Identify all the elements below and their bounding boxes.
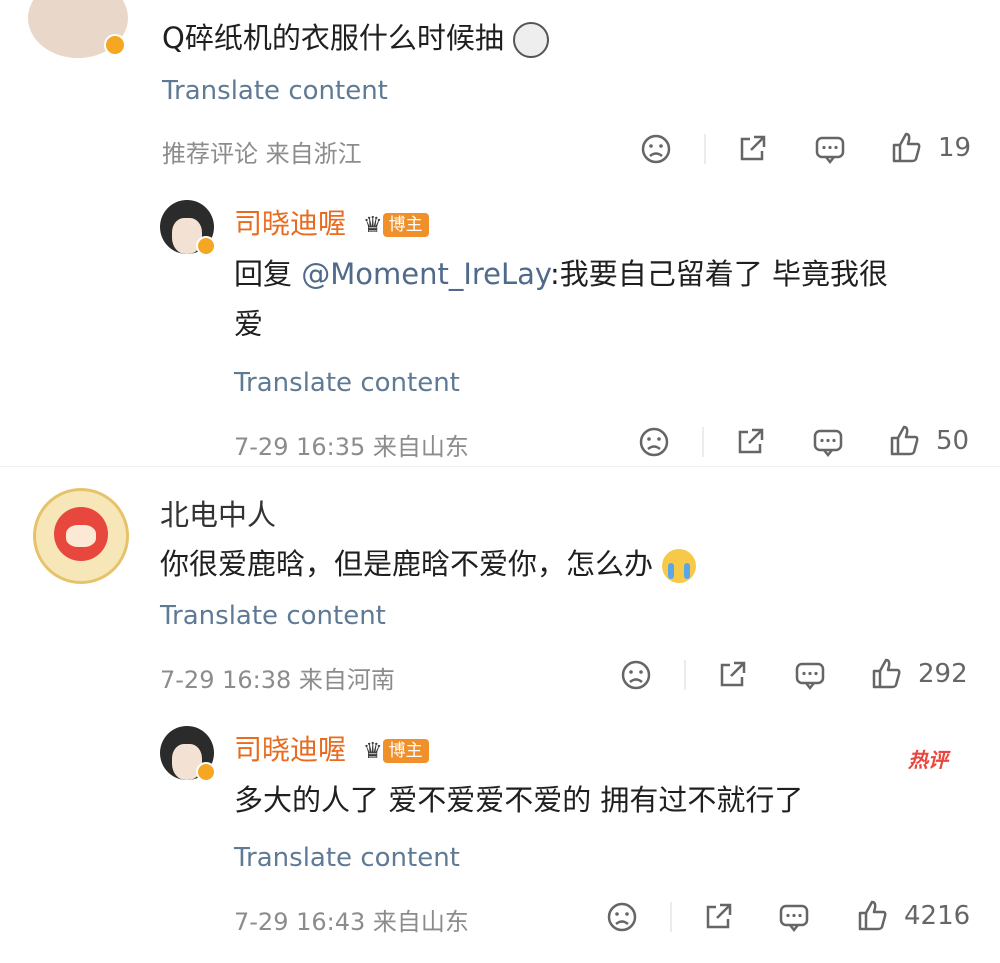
comment1-text: Q碎纸机的衣服什么时候抽 xyxy=(162,18,550,58)
separator xyxy=(670,902,672,932)
share-icon[interactable] xyxy=(716,659,748,691)
crown-icon: ♛ xyxy=(362,738,383,764)
comment-icon[interactable] xyxy=(778,901,810,933)
comment2-meta: 7-29 16:38 来自河南 xyxy=(160,666,395,694)
reply2-meta: 7-29 16:43 来自山东 xyxy=(234,908,469,936)
hot-comment-badge: 热评 xyxy=(908,748,948,772)
avatar-comment2[interactable] xyxy=(33,488,129,584)
comment-icon[interactable] xyxy=(794,659,826,691)
comment1-meta: 推荐评论 来自浙江 xyxy=(162,140,362,168)
verified-badge xyxy=(196,236,216,256)
comment-icon[interactable] xyxy=(814,133,846,165)
dislike-icon[interactable] xyxy=(620,659,652,691)
comment2-text: 你很爱鹿晗，但是鹿晗不爱你，怎么办 xyxy=(160,544,697,584)
blogger-badge: 博主 xyxy=(382,213,429,237)
crying-emoji-icon xyxy=(662,549,697,583)
translate-link[interactable]: Translate content xyxy=(234,368,460,398)
like-count: 292 xyxy=(918,659,968,689)
mention-link[interactable]: @Moment_IreLay xyxy=(301,257,550,291)
emoji-icon xyxy=(513,22,550,58)
reply1-meta: 7-29 16:35 来自山东 xyxy=(234,433,469,461)
translate-link[interactable]: Translate content xyxy=(160,601,386,631)
crown-icon: ♛ xyxy=(362,212,383,238)
translate-link[interactable]: Translate content xyxy=(162,76,388,106)
comment2-author[interactable]: 北电中人 xyxy=(160,492,276,534)
share-icon[interactable] xyxy=(702,901,734,933)
like-count: 19 xyxy=(938,133,972,163)
separator xyxy=(704,134,706,164)
share-icon[interactable] xyxy=(734,426,766,458)
like-count: 4216 xyxy=(904,901,971,931)
reply2-author[interactable]: 司晓迪喔 ♛ 博主 xyxy=(234,728,429,768)
verified-badge xyxy=(196,762,216,782)
share-icon[interactable] xyxy=(736,133,768,165)
reply1-text-line2: 爱 xyxy=(234,307,264,341)
blogger-badge: 博主 xyxy=(382,739,429,763)
dislike-icon[interactable] xyxy=(640,133,672,165)
dislike-icon[interactable] xyxy=(606,901,638,933)
like-icon[interactable] xyxy=(888,424,920,458)
verified-badge xyxy=(104,34,126,56)
separator xyxy=(684,660,686,690)
reply1-text-line1: 回复 @Moment_IreLay:我要自己留着了 毕竟我很 xyxy=(234,257,888,291)
dislike-icon[interactable] xyxy=(638,426,670,458)
separator xyxy=(702,427,704,457)
like-icon[interactable] xyxy=(890,131,922,165)
comment-icon[interactable] xyxy=(812,426,844,458)
like-icon[interactable] xyxy=(856,899,888,933)
translate-link[interactable]: Translate content xyxy=(234,843,460,873)
like-count: 50 xyxy=(936,426,970,456)
like-icon[interactable] xyxy=(870,657,902,691)
reply2-text: 多大的人了 爱不爱爱不爱的 拥有过不就行了 xyxy=(234,783,804,817)
reply1-author[interactable]: 司晓迪喔 ♛ 博主 xyxy=(234,202,429,242)
divider xyxy=(0,466,1000,467)
